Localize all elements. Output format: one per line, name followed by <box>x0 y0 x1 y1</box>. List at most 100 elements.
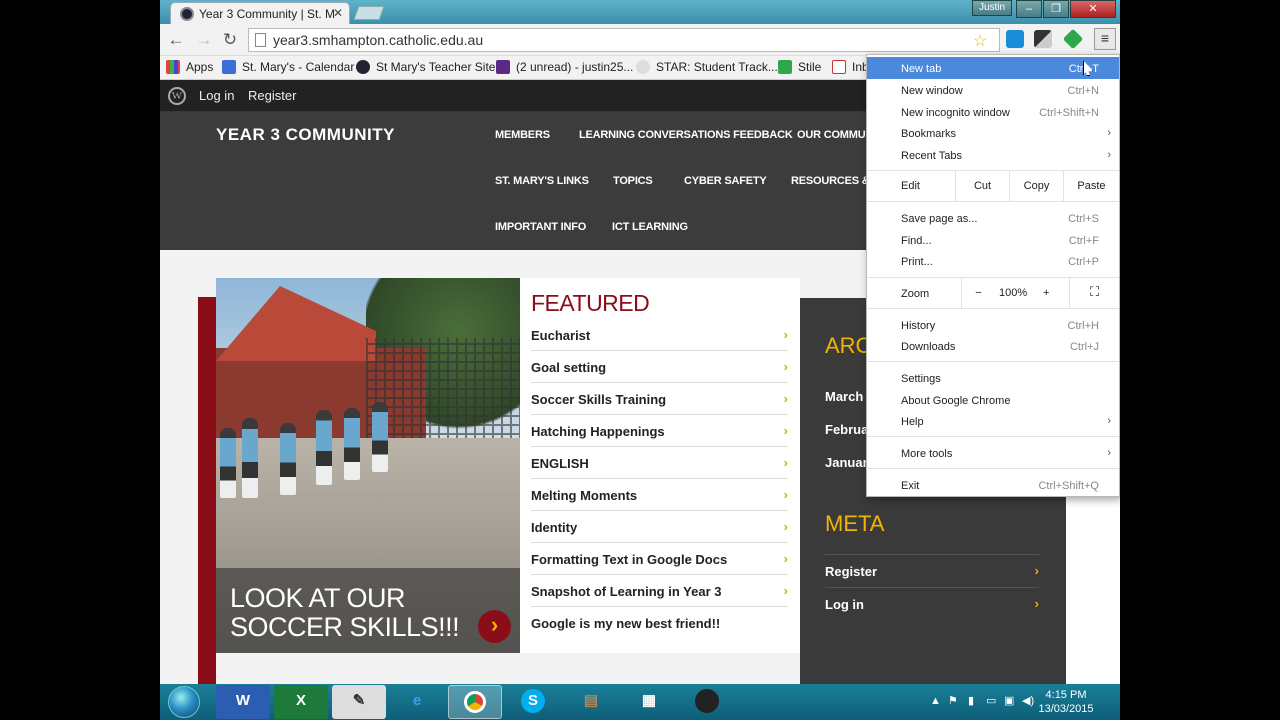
bookmark-star-icon[interactable]: ☆ <box>973 31 987 51</box>
menu-label: Find... <box>901 235 932 247</box>
featured-item[interactable]: Melting Moments › <box>531 479 788 511</box>
restore-icon[interactable]: ❐ <box>1043 0 1069 18</box>
menu-cut[interactable]: Cut <box>955 171 1009 201</box>
menu-help[interactable]: Help › <box>867 410 1119 432</box>
obs-icon[interactable] <box>680 685 734 719</box>
nav-st-marys-links[interactable]: ST. MARY'S LINKS <box>495 175 589 187</box>
nav-members[interactable]: MEMBERS <box>495 129 550 141</box>
zoom-out-button[interactable]: − <box>961 278 995 308</box>
url-text: year3.smhampton.catholic.edu.au <box>273 32 484 48</box>
bookmark-apps[interactable]: Apps <box>166 59 213 75</box>
extension-green-icon[interactable] <box>1062 28 1084 50</box>
menu-history[interactable]: History Ctrl+H <box>867 314 1119 336</box>
featured-item[interactable]: Eucharist › <box>531 319 788 351</box>
bookmark-calendar[interactable]: St. Mary's - Calendar <box>222 59 354 75</box>
nav-topics[interactable]: TOPICS <box>613 175 653 187</box>
bookmark-gmail[interactable]: Inb <box>832 59 869 75</box>
nav-cyber-safety[interactable]: CYBER SAFETY <box>684 175 767 187</box>
zoom-in-button[interactable]: + <box>1043 287 1049 299</box>
bookmark-stile[interactable]: Stile <box>778 59 821 75</box>
menu-downloads[interactable]: Downloads Ctrl+J <box>867 335 1119 357</box>
profile-button[interactable]: Justin <box>972 0 1012 16</box>
nav-learning-conversations[interactable]: LEARNING CONVERSATIONS FEEDBACK <box>579 129 793 141</box>
slider-next-button[interactable]: › <box>478 610 511 643</box>
menu-paste[interactable]: Paste <box>1063 171 1119 201</box>
menu-recent-tabs[interactable]: Recent Tabs › <box>867 144 1119 166</box>
accent-bar <box>198 297 216 684</box>
browser-tab[interactable]: Year 3 Community | St. M ✕ <box>170 2 350 24</box>
bookmark-star[interactable]: STAR: Student Track... <box>636 59 778 75</box>
photo-student <box>220 428 236 498</box>
wordpress-logo-icon[interactable]: W <box>168 87 186 105</box>
menu-label: Zoom <box>901 288 930 300</box>
start-button-icon[interactable] <box>168 686 200 718</box>
featured-item[interactable]: Identity › <box>531 511 788 543</box>
volume-icon[interactable]: ◀) <box>1022 694 1034 707</box>
clock[interactable]: 4:15 PM 13/03/2015 <box>1036 688 1096 716</box>
featured-item[interactable]: ENGLISH › <box>531 447 788 479</box>
chevron-right-icon: › <box>783 551 788 566</box>
nav-ict-learning[interactable]: ICT LEARNING <box>612 221 688 233</box>
bookmark-teacher-site[interactable]: St Mary's Teacher Site <box>356 59 495 75</box>
bookmark-mail[interactable]: (2 unread) - justin25... <box>496 59 633 75</box>
menu-copy[interactable]: Copy <box>1009 171 1063 201</box>
menu-save-page[interactable]: Save page as... Ctrl+S <box>867 207 1119 229</box>
shortcut: Ctrl+P <box>1068 256 1099 268</box>
featured-item[interactable]: Soccer Skills Training › <box>531 383 788 415</box>
fullscreen-icon[interactable]: ⛶ <box>1069 278 1119 308</box>
menu-incognito[interactable]: New incognito window Ctrl+Shift+N <box>867 101 1119 123</box>
chevron-right-icon: › <box>783 327 788 342</box>
featured-item[interactable]: Formatting Text in Google Docs › <box>531 543 788 575</box>
nav-our-community[interactable]: OUR COMMUNI <box>797 129 876 141</box>
menu-new-tab[interactable]: New tabCtrl+T <box>867 57 1119 79</box>
menu-find[interactable]: Find... Ctrl+F <box>867 229 1119 251</box>
usb-device-icon[interactable]: ▮ <box>968 694 974 707</box>
control-panel-icon[interactable]: ▦ <box>622 685 676 719</box>
register-link[interactable]: Register <box>248 88 296 103</box>
new-tab-button[interactable] <box>353 6 385 20</box>
featured-item[interactable]: Hatching Happenings › <box>531 415 788 447</box>
network-icon[interactable]: ▣ <box>1004 694 1014 707</box>
file-explorer-icon[interactable]: ▤ <box>564 685 618 719</box>
internet-explorer-icon[interactable]: e <box>390 685 444 719</box>
login-link[interactable]: Log in <box>199 88 234 103</box>
chrome-taskbar-icon[interactable] <box>448 685 502 719</box>
site-title[interactable]: YEAR 3 COMMUNITY <box>216 125 395 145</box>
featured-slider[interactable]: LOOK AT OUR SOCCER SKILLS!!! › <box>216 278 520 653</box>
back-arrow-icon[interactable]: ← <box>166 30 186 50</box>
word-icon[interactable]: W <box>216 685 270 719</box>
meta-link-label: Register <box>825 564 878 579</box>
minimize-icon[interactable]: – <box>1016 0 1042 18</box>
featured-item[interactable]: Snapshot of Learning in Year 3 › <box>531 575 788 607</box>
menu-new-window[interactable]: New window Ctrl+N <box>867 79 1119 101</box>
excel-icon[interactable]: X <box>274 685 328 719</box>
menu-exit[interactable]: Exit Ctrl+Shift+Q <box>867 474 1119 496</box>
action-center-flag-icon[interactable]: ⚑ <box>948 694 958 707</box>
slider-caption-text[interactable]: LOOK AT OUR SOCCER SKILLS!!! <box>230 584 460 642</box>
featured-item[interactable]: Goal setting › <box>531 351 788 383</box>
chrome-menu-icon[interactable]: ≡ <box>1094 28 1116 50</box>
nav-important-info[interactable]: IMPORTANT INFO <box>495 221 586 233</box>
keyboard-icon[interactable]: ▭ <box>986 694 996 707</box>
featured-list: FEATURED Eucharist › Goal setting › Soccer… <box>520 278 800 653</box>
meta-login-link[interactable]: Log in › <box>825 587 1039 620</box>
menu-about[interactable]: About Google Chrome <box>867 389 1119 411</box>
skype-icon[interactable]: S <box>506 685 560 719</box>
reload-icon[interactable]: ↻ <box>220 30 240 50</box>
archive-link[interactable]: Februa <box>825 422 868 437</box>
close-tab-icon[interactable]: ✕ <box>333 6 343 20</box>
address-bar[interactable]: year3.smhampton.catholic.edu.au ☆ <box>248 28 1000 52</box>
show-hidden-icons-icon[interactable]: ▲ <box>930 695 941 707</box>
extension-square-icon[interactable] <box>1034 30 1052 48</box>
featured-item[interactable]: Google is my new best friend!! <box>531 607 788 639</box>
meta-register-link[interactable]: Register › <box>825 554 1039 587</box>
paint-icon[interactable]: ✎ <box>332 685 386 719</box>
menu-more-tools[interactable]: More tools › <box>867 442 1119 464</box>
extension-d-icon[interactable] <box>1006 30 1024 48</box>
close-window-icon[interactable]: ✕ <box>1070 0 1116 18</box>
menu-print[interactable]: Print... Ctrl+P <box>867 250 1119 272</box>
forward-arrow-icon[interactable]: → <box>194 30 214 50</box>
menu-bookmarks[interactable]: Bookmarks › <box>867 122 1119 144</box>
divider <box>867 308 1119 309</box>
menu-settings[interactable]: Settings <box>867 367 1119 389</box>
